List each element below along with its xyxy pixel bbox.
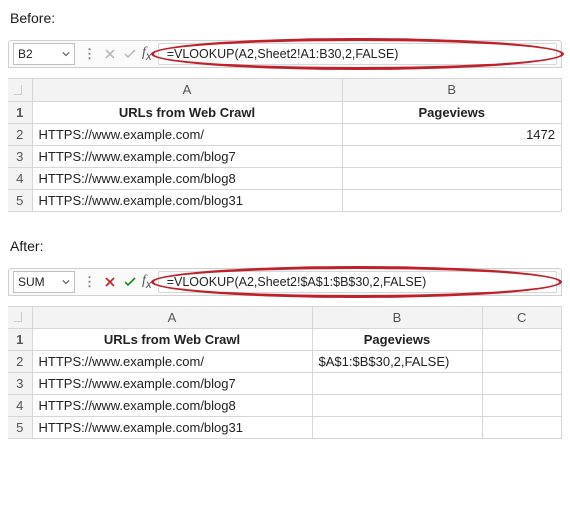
cell[interactable]: URLs from Web Crawl [32,101,342,123]
separator-icon: ⋮ [83,46,96,62]
row-header[interactable]: 4 [8,167,32,189]
select-all-corner[interactable] [8,307,32,329]
x-icon [105,49,115,59]
fx-icon[interactable]: fx [142,273,152,291]
cell[interactable]: HTTPS://www.example.com/ [32,123,342,145]
formula-input[interactable]: =VLOOKUP(A2,Sheet2!A1:B30,2,FALSE) [158,43,557,65]
row-header[interactable]: 1 [8,329,32,351]
cancel-button[interactable] [101,44,119,64]
chevron-down-icon[interactable] [62,278,70,286]
formula-bar-before: B2 ⋮ fx =VLOOKUP(A2,Sheet2!A1:B30,2,FALS… [8,40,562,68]
formula-text: =VLOOKUP(A2,Sheet2!$A$1:$B$30,2,FALSE) [167,275,427,289]
row-header[interactable]: 5 [8,189,32,211]
enter-button[interactable] [121,272,139,292]
before-label: Before: [10,10,562,26]
cell[interactable] [342,189,562,211]
cell[interactable]: 1472 [342,123,562,145]
col-header-B[interactable]: B [342,79,562,101]
formula-bar-after: SUM ⋮ fx =VLOOKUP(A2,Sheet2!$A$1:$B$30,2… [8,268,562,296]
cell[interactable] [312,395,482,417]
cell[interactable] [342,167,562,189]
chevron-down-icon[interactable] [62,50,70,58]
after-label: After: [10,238,562,254]
separator-icon: ⋮ [83,274,96,290]
cell[interactable] [312,417,482,439]
name-box-value: SUM [18,275,45,289]
x-icon [105,277,115,287]
row-header[interactable]: 2 [8,351,32,373]
cell[interactable]: Pageviews [342,101,562,123]
col-header-B[interactable]: B [312,307,482,329]
cell[interactable] [312,373,482,395]
cell[interactable]: $A$1:$B$30,2,FALSE) [312,351,482,373]
row-header[interactable]: 3 [8,373,32,395]
cell[interactable]: URLs from Web Crawl [32,329,312,351]
check-icon [124,277,136,287]
col-header-A[interactable]: A [32,307,312,329]
check-icon [124,49,136,59]
formula-input[interactable]: =VLOOKUP(A2,Sheet2!$A$1:$B$30,2,FALSE) [158,271,557,293]
cell[interactable] [342,145,562,167]
row-header[interactable]: 1 [8,101,32,123]
before-block: Before: B2 ⋮ fx =VLOOKUP(A2,Sheet2!A1:B3… [8,10,562,212]
cell[interactable]: Pageviews [312,329,482,351]
after-block: After: SUM ⋮ fx =VLOOKUP(A2,Sheet2!$A$1:… [8,238,562,440]
spreadsheet-after[interactable]: A B C 1 URLs from Web Crawl Pageviews 2 … [8,306,562,440]
fx-icon[interactable]: fx [142,45,152,63]
formula-text: =VLOOKUP(A2,Sheet2!A1:B30,2,FALSE) [167,47,399,61]
spreadsheet-before[interactable]: A B 1 URLs from Web Crawl Pageviews 2 HT… [8,78,562,212]
cell[interactable] [482,351,562,373]
name-box[interactable]: SUM [13,271,75,293]
col-header-A[interactable]: A [32,79,342,101]
row-header[interactable]: 3 [8,145,32,167]
row-header[interactable]: 2 [8,123,32,145]
cell[interactable] [482,417,562,439]
cancel-button[interactable] [101,272,119,292]
cell[interactable]: HTTPS://www.example.com/blog7 [32,145,342,167]
cell[interactable]: HTTPS://www.example.com/blog7 [32,373,312,395]
enter-button[interactable] [121,44,139,64]
row-header[interactable]: 4 [8,395,32,417]
select-all-corner[interactable] [8,79,32,101]
cell[interactable]: HTTPS://www.example.com/blog31 [32,417,312,439]
cell[interactable]: HTTPS://www.example.com/ [32,351,312,373]
cell[interactable]: HTTPS://www.example.com/blog8 [32,167,342,189]
cell[interactable] [482,395,562,417]
cell[interactable]: HTTPS://www.example.com/blog31 [32,189,342,211]
name-box[interactable]: B2 [13,43,75,65]
name-box-value: B2 [18,47,33,61]
cell[interactable] [482,373,562,395]
col-header-C[interactable]: C [482,307,562,329]
cell[interactable]: HTTPS://www.example.com/blog8 [32,395,312,417]
row-header[interactable]: 5 [8,417,32,439]
cell[interactable] [482,329,562,351]
